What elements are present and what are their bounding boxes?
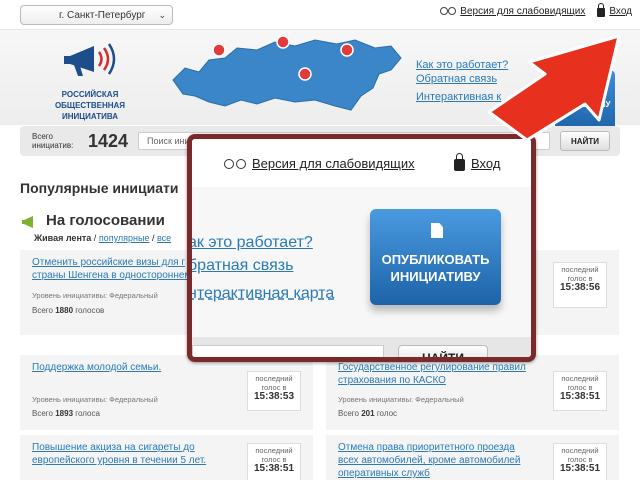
- zoom-search-input[interactable]: [192, 345, 384, 357]
- last-vote-label: последний: [255, 374, 293, 383]
- lock-icon: [597, 2, 606, 17]
- logo-line-1: РОССИЙСКАЯ: [61, 90, 119, 99]
- initiative-card: Государственное регулирование правил стр…: [326, 355, 619, 430]
- last-vote-box: последний голос в 15:38:53: [247, 371, 301, 411]
- initiative-card: Поддержка молодой семьи. Уровень инициат…: [20, 355, 313, 430]
- zoom-header-links: ак это работает? братная связь нтерактив…: [192, 231, 334, 305]
- initiative-level: Уровень инициативы: Федеральный: [32, 395, 158, 404]
- city-select[interactable]: г. Санкт-Петербург ⌄: [20, 5, 173, 25]
- last-vote-box: последний голос в 15:38:51: [553, 443, 607, 480]
- votes-count: 1893: [55, 409, 74, 418]
- megaphone-icon: [22, 216, 33, 228]
- zoom-search-strip: НАЙТИ: [192, 337, 531, 357]
- accessibility-link[interactable]: Версия для слабовидящих: [460, 6, 585, 17]
- last-vote-box: последний голос в 15:38:51: [553, 371, 607, 411]
- voting-title: На голосовании: [46, 212, 165, 229]
- votes-count: 1880: [55, 306, 74, 315]
- votes-suffix: голос: [376, 409, 398, 418]
- accessibility-link-wrap: Версия для слабовидящих: [440, 6, 585, 17]
- votes-prefix: Всего: [338, 409, 359, 418]
- glasses-icon: [224, 159, 246, 170]
- initiative-card: Отмена права приоритетного проезда всех …: [326, 435, 619, 480]
- logo-line-3: ИНИЦИАТИВА: [61, 112, 119, 121]
- zoom-accessibility: Версия для слабовидящих: [224, 156, 415, 171]
- zoom-top-bar: Версия для слабовидящих Вход: [192, 139, 531, 187]
- tab-live[interactable]: Живая лента: [34, 233, 91, 243]
- last-vote-box: последний голос в 15:38:56: [553, 262, 607, 308]
- initiative-title[interactable]: Отменить российские визы для г страны Ше…: [32, 256, 212, 282]
- zoom-publish-button[interactable]: ОПУБЛИКОВАТЬ ИНИЦИАТИВУ: [370, 209, 501, 305]
- logo-line-2: ОБЩЕСТВЕННАЯ: [54, 101, 126, 110]
- votes-count: 201: [361, 409, 375, 418]
- last-vote-time: 15:38:53: [253, 391, 295, 402]
- megaphone-logo-icon: [64, 43, 116, 76]
- last-vote-time: 15:38:51: [253, 463, 295, 474]
- last-vote-time: 15:38:51: [559, 391, 601, 402]
- tab-popular[interactable]: популярные: [99, 233, 150, 243]
- top-links: Версия для слабовидящих Вход: [440, 2, 632, 17]
- zoom-feedback-link[interactable]: братная связь: [192, 254, 334, 277]
- section-title: Популярные инициати: [20, 180, 179, 196]
- last-vote-label: последний: [561, 446, 599, 455]
- zoom-publish-label-2: ИНИЦИАТИВУ: [390, 269, 481, 284]
- total-count: 1424: [88, 131, 129, 151]
- document-icon: [431, 223, 443, 238]
- zoom-search-button[interactable]: НАЙТИ: [398, 345, 488, 357]
- logo-text: РОССИЙСКАЯ ОБЩЕСТВЕННАЯ ИНИЦИАТИВА: [20, 89, 160, 122]
- initiative-title[interactable]: Государственное регулирование правил стр…: [338, 361, 538, 387]
- last-vote-label: последний: [561, 374, 599, 383]
- initiative-votes: Всего 1893 голоса: [32, 409, 100, 418]
- initiative-votes: Всего 201 голос: [338, 409, 397, 418]
- zoom-interactive-map-link[interactable]: нтерактивная карта: [192, 282, 334, 305]
- zoom-magnifier: Версия для слабовидящих Вход ак это рабо…: [187, 134, 536, 362]
- total-label-line-1: Всего: [32, 132, 53, 141]
- zoom-publish-label-1: ОПУБЛИКОВАТЬ: [381, 252, 490, 267]
- total-label-line-2: инициатив:: [32, 141, 74, 150]
- chevron-down-icon: ⌄: [158, 10, 166, 20]
- initiative-level: Уровень инициативы: Федеральный: [32, 291, 158, 300]
- tab-all[interactable]: все: [157, 233, 171, 243]
- last-vote-label: последний: [255, 446, 293, 455]
- logo[interactable]: РОССИЙСКАЯ ОБЩЕСТВЕННАЯ ИНИЦИАТИВА: [20, 38, 160, 122]
- votes-suffix: голосов: [75, 306, 105, 315]
- login-link-wrap: Вход: [597, 2, 632, 17]
- feed-tabs: Живая лента / популярные / все: [34, 233, 172, 243]
- votes-prefix: Всего: [32, 409, 53, 418]
- total-label: Всего инициатив:: [32, 132, 73, 150]
- zoom-accessibility-link[interactable]: Версия для слабовидящих: [252, 156, 415, 171]
- initiative-votes: Всего 1880 голосов: [32, 306, 104, 315]
- initiative-card: Повышение акциза на сигареты до европейс…: [20, 435, 313, 480]
- initiative-level: Уровень инициативы: Федеральный: [338, 395, 464, 404]
- top-bar: г. Санкт-Петербург ⌄ Версия для слабовид…: [0, 0, 640, 30]
- votes-suffix: голоса: [75, 409, 100, 418]
- zoom-login: Вход: [454, 152, 500, 171]
- votes-prefix: Всего: [32, 306, 53, 315]
- lock-icon: [454, 152, 465, 171]
- initiative-title[interactable]: Повышение акциза на сигареты до европейс…: [32, 441, 232, 467]
- pointer-arrow-icon: [487, 34, 621, 142]
- zoom-how-it-works-link[interactable]: ак это работает?: [192, 231, 334, 254]
- glasses-icon: [440, 7, 457, 16]
- last-vote-time: 15:38:56: [559, 282, 601, 293]
- last-vote-box: последний голос в 15:38:51: [247, 443, 301, 480]
- initiative-title[interactable]: Отмена права приоритетного проезда всех …: [338, 441, 538, 480]
- last-vote-time: 15:38:51: [559, 463, 601, 474]
- login-link[interactable]: Вход: [609, 6, 632, 17]
- city-select-value: г. Санкт-Петербург: [59, 10, 146, 21]
- last-vote-label: последний: [561, 265, 599, 274]
- initiative-title[interactable]: Поддержка молодой семьи.: [32, 361, 232, 374]
- zoom-login-link[interactable]: Вход: [471, 156, 500, 171]
- russia-map[interactable]: [165, 30, 405, 122]
